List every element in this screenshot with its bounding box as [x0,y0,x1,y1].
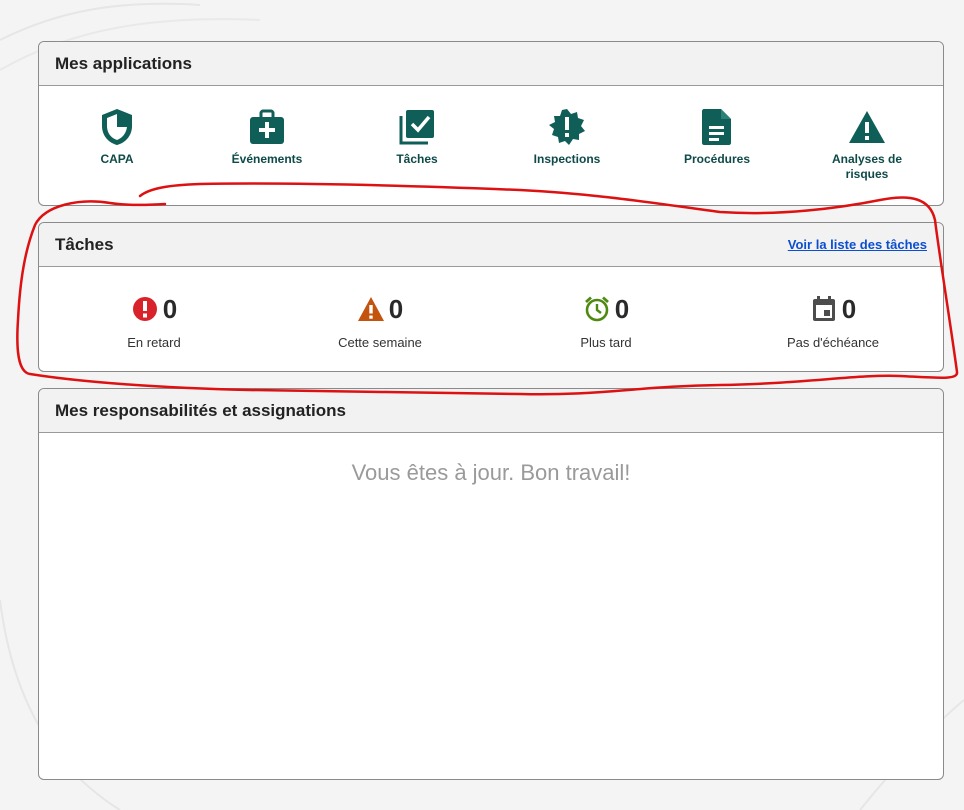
applications-panel-title: Mes applications [55,53,192,73]
checklist-icon [398,108,436,146]
view-task-list-link[interactable]: Voir la liste des tâches [788,237,927,252]
applications-panel-header: Mes applications [39,42,943,86]
document-icon [698,108,736,146]
app-label: Tâches [396,152,438,166]
stat-count: 0 [841,293,857,324]
responsibilities-panel: Mes responsabilités et assignations Vous… [38,388,944,780]
stat-label: Pas d'échéance [786,335,880,350]
stat-overdue[interactable]: 0 En retard [69,291,239,351]
app-label: CAPA [100,152,134,166]
stat-count: 0 [614,293,630,324]
stat-no-deadline[interactable]: 0 Pas d'échéance [748,291,918,351]
medical-bag-icon [248,108,286,146]
app-label: Inspections [533,152,601,166]
responsibilities-panel-title: Mes responsabilités et assignations [55,400,346,420]
alarm-clock-icon [583,295,611,323]
responsibilities-panel-header: Mes responsabilités et assignations [39,389,943,433]
calendar-icon [810,295,838,323]
warning-triangle-icon [848,108,886,146]
empty-state-message: Vous êtes à jour. Bon travail! [351,460,631,485]
tasks-panel-title: Tâches [55,234,114,254]
app-taches[interactable]: Tâches [362,108,472,167]
shield-icon [98,108,136,146]
app-inspections[interactable]: Inspections [512,108,622,167]
warning-icon [357,295,385,323]
alert-badge-icon [548,108,586,146]
app-procedures[interactable]: Procédures [662,108,772,167]
stat-this-week[interactable]: 0 Cette semaine [295,291,465,351]
stat-count: 0 [388,293,404,324]
task-stats: 0 En retard 0 Cette semaine 0 Plus tard … [39,267,943,371]
app-analyses-de-risques[interactable]: Analyses de risques [812,108,922,182]
app-capa[interactable]: CAPA [62,108,172,167]
tasks-panel-header: Tâches Voir la liste des tâches [39,223,943,267]
alert-circle-icon [131,295,159,323]
stat-label: En retard [127,335,181,350]
applications-list: CAPA Événements Tâches Inspections Procé… [39,86,943,205]
app-label: Événements [231,152,303,166]
stat-label: Cette semaine [338,335,422,350]
app-evenements[interactable]: Événements [212,108,322,167]
stat-later[interactable]: 0 Plus tard [521,291,691,351]
app-label: Procédures [683,152,751,166]
stat-label: Plus tard [580,335,632,350]
tasks-panel: Tâches Voir la liste des tâches 0 En ret… [38,222,944,372]
applications-panel: Mes applications CAPA Événements Tâches … [38,41,944,206]
app-label: Analyses de risques [831,152,903,181]
stat-count: 0 [162,293,178,324]
